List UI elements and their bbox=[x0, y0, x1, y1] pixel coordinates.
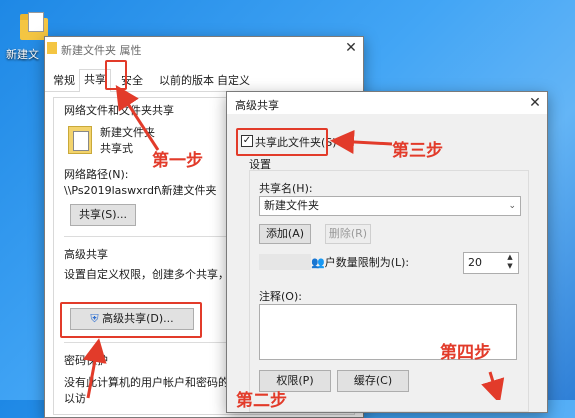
arrow-step3 bbox=[330, 129, 393, 154]
step1-label: 第一步 bbox=[152, 151, 203, 171]
arrow-step2 bbox=[82, 338, 107, 399]
step4-label: 第四步 bbox=[440, 343, 491, 363]
step2-label: 第二步 bbox=[236, 391, 287, 411]
step3-label: 第三步 bbox=[392, 141, 443, 161]
arrow-step4 bbox=[481, 371, 505, 400]
arrow-step1 bbox=[115, 84, 160, 151]
